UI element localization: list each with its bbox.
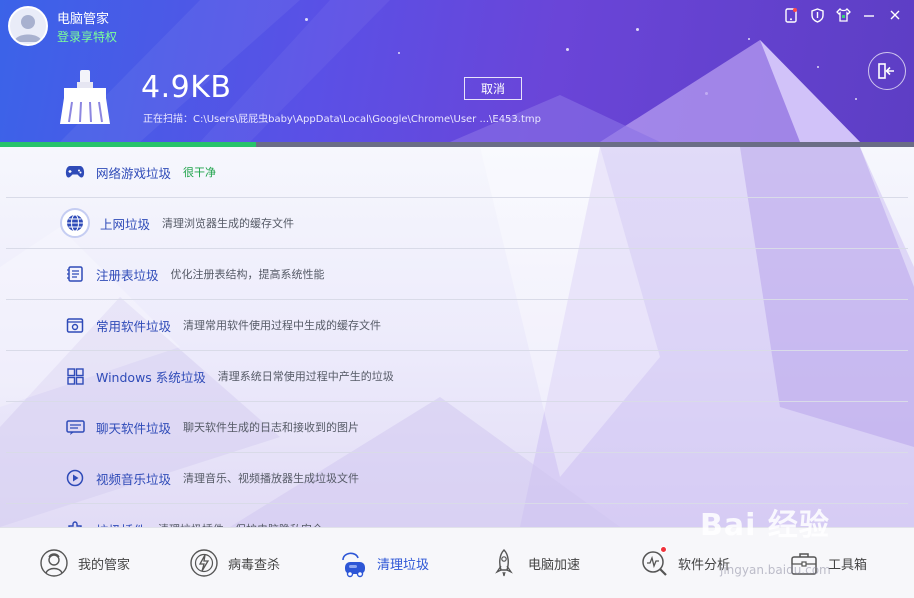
- chat-icon: [64, 416, 86, 438]
- login-link[interactable]: 登录享特权: [57, 28, 117, 45]
- header-banner: 电脑管家 登录享特权 4.9KB 正在扫描：C:\Users\屁屁虫baby\A…: [0, 0, 914, 142]
- cleanup-item-name: 聊天软件垃圾: [96, 420, 172, 436]
- bottom-navigation: 我的管家 病毒查杀 清理垃圾 电脑加速 软件分析 工具箱: [0, 527, 914, 598]
- close-icon[interactable]: [886, 6, 904, 24]
- cleanup-item[interactable]: Windows 系统垃圾 清理系统日常使用过程中产生的垃圾: [6, 351, 908, 402]
- cleanup-item-desc: 很干净: [183, 166, 217, 179]
- nav-item-label: 清理垃圾: [377, 557, 430, 573]
- play-icon: [64, 467, 86, 489]
- cleanup-item[interactable]: 垃圾插件清理垃圾插件，保护电脑隐私安全: [6, 504, 908, 527]
- cleanup-item-name: 注册表垃圾: [96, 267, 159, 283]
- nav-item-label: 病毒查杀: [228, 557, 281, 573]
- user-avatar[interactable]: [8, 6, 48, 46]
- cleanup-item-name: 垃圾插件: [96, 520, 146, 528]
- nav-item-label: 工具箱: [828, 557, 868, 573]
- nav-item-label: 我的管家: [78, 557, 131, 573]
- cleanup-item-desc: 优化注册表结构，提高系统性能: [170, 268, 325, 281]
- nav-item[interactable]: 我的管家: [38, 546, 130, 580]
- registry-icon: [64, 263, 86, 285]
- shield-icon[interactable]: [808, 6, 826, 24]
- cleanup-item-name: 视频音乐垃圾: [96, 471, 172, 487]
- cleanup-item-desc: 清理音乐、视频播放器生成垃圾文件: [183, 472, 360, 485]
- app-title: 电脑管家: [57, 12, 110, 27]
- nav-item[interactable]: 电脑加速: [488, 546, 580, 580]
- cleanup-item[interactable]: 视频音乐垃圾 清理音乐、视频播放器生成垃圾文件: [6, 453, 908, 504]
- scan-size: 4.9KB: [141, 70, 232, 105]
- cleanup-item-name: 上网垃圾: [100, 216, 151, 232]
- cleanup-item-desc: 清理系统日常使用过程中产生的垃圾: [217, 370, 394, 383]
- globe-icon: [60, 208, 90, 238]
- windows-icon: [64, 365, 86, 387]
- notification-dot: [660, 546, 667, 553]
- toolbox-icon: [788, 547, 820, 579]
- window-controls: [782, 6, 904, 24]
- virus-scan-icon: [188, 547, 220, 579]
- cleanup-item-name: 网络游戏垃圾: [96, 165, 172, 181]
- nav-item-label: 电脑加速: [528, 557, 581, 573]
- nav-item[interactable]: 清理垃圾: [337, 546, 429, 580]
- cleanup-item[interactable]: 常用软件垃圾 清理常用软件使用过程中生成的缓存文件: [6, 300, 908, 351]
- scan-path: 正在扫描：C:\Users\屁屁虫baby\AppData\Local\Goog…: [143, 114, 541, 125]
- rocket-icon: [488, 547, 520, 579]
- plugin-icon: [64, 518, 86, 527]
- cancel-button[interactable]: 取消: [464, 77, 522, 100]
- phone-icon[interactable]: [782, 6, 800, 24]
- cleanup-item[interactable]: 上网垃圾 清理浏览器生成的缓存文件: [6, 198, 908, 249]
- broom-icon: [60, 70, 110, 124]
- cleanup-item-desc: 聊天软件生成的日志和接收到的图片: [183, 421, 360, 434]
- cleanup-item[interactable]: 网络游戏垃圾 很干净: [6, 147, 908, 198]
- cleanup-item-name: 常用软件垃圾: [96, 318, 172, 334]
- exit-panel-button[interactable]: [868, 52, 906, 90]
- cleanup-item-list: 网络游戏垃圾 很干净 上网垃圾 清理浏览器生成的缓存文件 注册表垃圾 优化注册表结构，提高…: [0, 147, 914, 527]
- exit-panel-icon: [878, 63, 894, 79]
- cleanup-item-desc: 清理浏览器生成的缓存文件: [162, 217, 295, 230]
- cleanup-item[interactable]: 聊天软件垃圾 聊天软件生成的日志和接收到的图片: [6, 402, 908, 453]
- gamepad-icon: [64, 161, 86, 183]
- vacuum-icon: [337, 547, 369, 579]
- nav-item[interactable]: 软件分析: [638, 546, 730, 580]
- shirt-icon[interactable]: [834, 6, 852, 24]
- nav-item-label: 软件分析: [678, 557, 731, 573]
- cleanup-item-name: Windows 系统垃圾: [96, 369, 206, 385]
- minimize-icon[interactable]: [860, 6, 878, 24]
- software-icon: [64, 314, 86, 336]
- cleanup-item-desc: 清理常用软件使用过程中生成的缓存文件: [183, 319, 382, 332]
- nav-item[interactable]: 工具箱: [788, 546, 867, 580]
- nav-item[interactable]: 病毒查杀: [188, 546, 280, 580]
- butler-icon: [38, 547, 70, 579]
- cleanup-item[interactable]: 注册表垃圾 优化注册表结构，提高系统性能: [6, 249, 908, 300]
